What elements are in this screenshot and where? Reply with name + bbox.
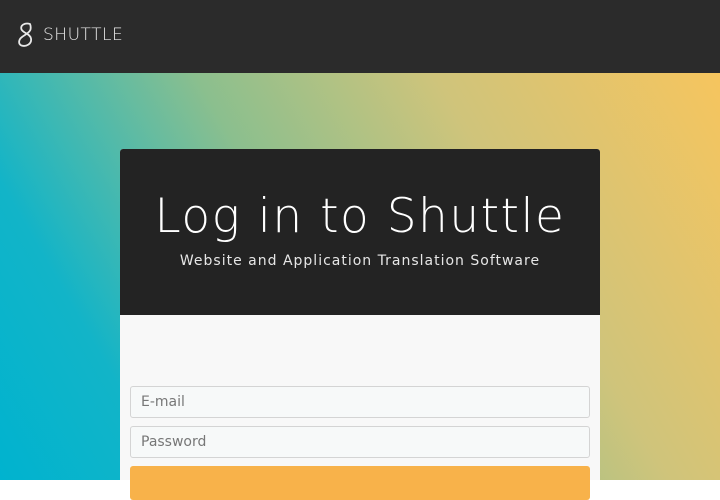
email-field[interactable] bbox=[130, 386, 590, 418]
password-field[interactable] bbox=[130, 426, 590, 458]
top-navbar: SHUTTLE bbox=[0, 0, 720, 73]
login-form bbox=[130, 386, 590, 500]
shuttle-logo-icon bbox=[17, 22, 35, 48]
brand-name: SHUTTLE bbox=[43, 25, 124, 45]
login-form-wrapper bbox=[120, 149, 600, 500]
login-button[interactable] bbox=[130, 466, 590, 500]
brand-logo[interactable]: SHUTTLE bbox=[17, 22, 123, 48]
